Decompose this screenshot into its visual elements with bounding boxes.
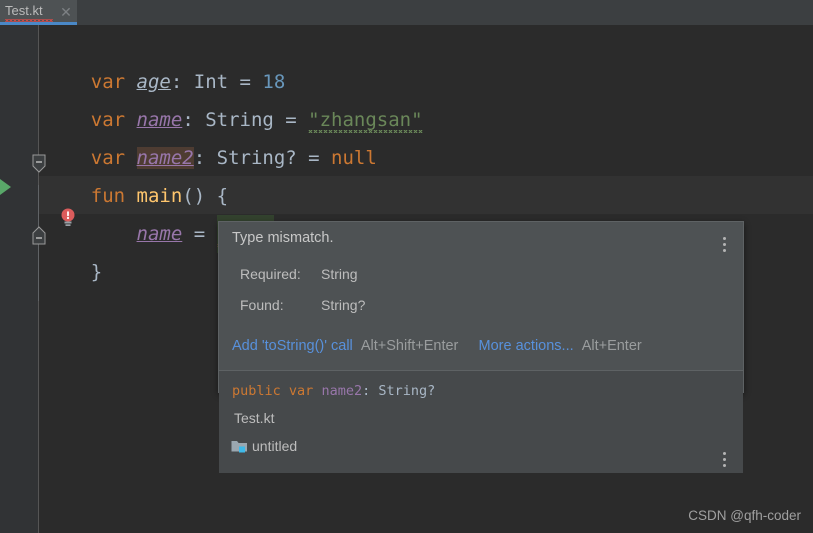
doc-token-colon: :: [362, 383, 379, 399]
more-options-icon[interactable]: [723, 237, 727, 255]
add-tostring-call-shortcut: Alt+Shift+Enter: [360, 338, 459, 354]
more-actions-shortcut: Alt+Enter: [581, 338, 642, 354]
token-null-literal: null: [331, 147, 377, 169]
doc-file-name: Test.kt: [234, 410, 275, 426]
doc-token-space: [281, 383, 289, 399]
doc-token-keyword: var: [288, 383, 314, 399]
popup-message-section: Type mismatch. Required: String Found: S…: [219, 222, 743, 392]
token-type: String?: [216, 147, 297, 169]
add-tostring-call-link[interactable]: Add 'toString()' call: [232, 338, 353, 354]
code-line-3: var name2: String? = null: [45, 101, 377, 169]
code-line-2: var name: String = "zhangsan": [45, 63, 423, 133]
type-mismatch-popup[interactable]: Type mismatch. Required: String Found: S…: [218, 221, 744, 473]
code-line-1: var age: Int = 18: [45, 25, 286, 93]
required-value: String: [321, 266, 358, 282]
tab-test-kt[interactable]: Test.kt ✕: [0, 0, 77, 25]
editor-tab-bar: Test.kt ✕: [0, 0, 813, 25]
doc-module-name: untitled: [252, 438, 298, 454]
token-assign: =: [182, 223, 217, 245]
doc-token-identifier: name2: [321, 383, 363, 399]
found-value: String?: [321, 297, 366, 313]
more-options-icon[interactable]: [723, 452, 727, 470]
code-line-5: name = name2: [45, 177, 274, 253]
editor-gutter[interactable]: [0, 25, 38, 533]
code-line-6: }: [45, 215, 102, 283]
token-identifier: name: [136, 223, 183, 245]
token-assign: =: [296, 147, 332, 169]
found-label: Found:: [240, 297, 284, 313]
popup-actions-row: Add 'toString()' call Alt+Shift+Enter Mo…: [232, 338, 642, 354]
watermark: CSDN @qfh-coder: [688, 508, 801, 523]
doc-signature: public var name2: String?: [232, 383, 435, 399]
popup-documentation-section: public var name2: String? Test.kt untitl…: [219, 371, 743, 473]
more-actions-link[interactable]: More actions...: [479, 338, 574, 354]
popup-message: Type mismatch.: [232, 230, 334, 246]
fold-collapse-icon[interactable]: [32, 154, 46, 173]
doc-token-type: String?: [378, 383, 436, 399]
token-brace: }: [90, 261, 103, 283]
doc-token-modifier: public: [232, 383, 281, 399]
close-icon[interactable]: ✕: [58, 4, 74, 20]
tab-label: Test.kt: [5, 3, 43, 18]
required-label: Required:: [240, 266, 301, 282]
code-line-4: fun main() {: [45, 139, 228, 207]
run-arrow-icon[interactable]: [0, 179, 11, 195]
module-folder-icon: [231, 439, 248, 454]
fold-collapse-icon[interactable]: [32, 225, 46, 245]
